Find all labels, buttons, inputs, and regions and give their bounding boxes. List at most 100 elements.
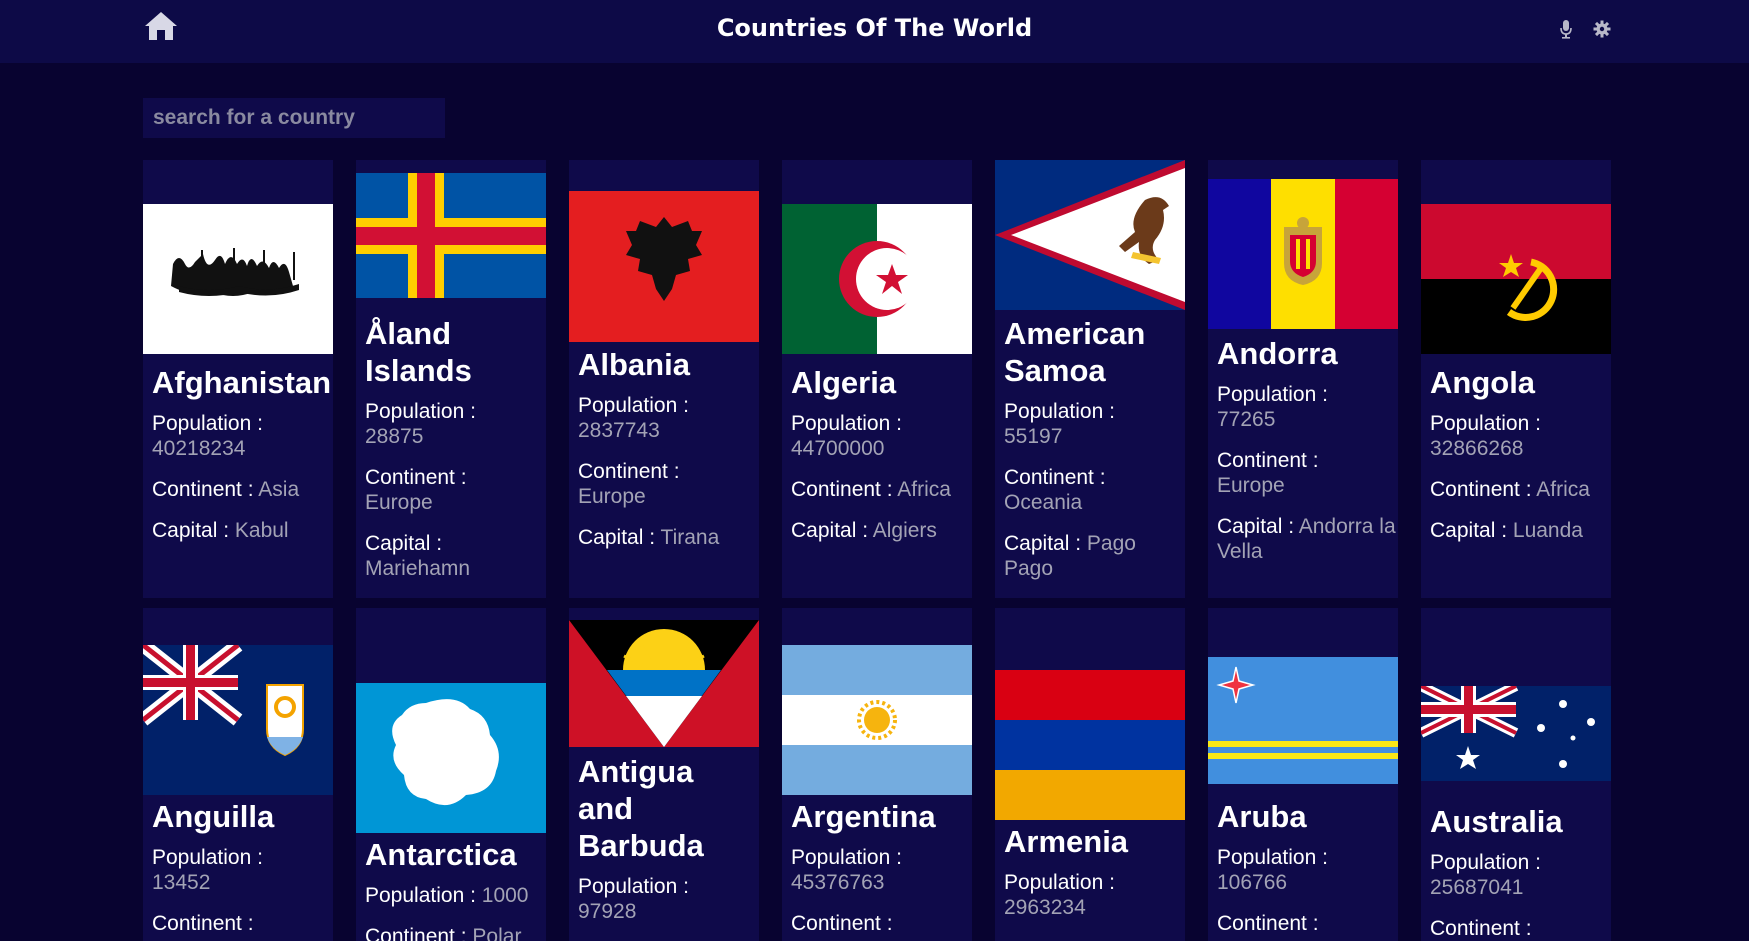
population-label: Population : (152, 412, 263, 435)
flag-image (782, 645, 972, 795)
population-label: Population : (152, 846, 263, 869)
continent-row: Continent : Africa (1430, 477, 1609, 502)
country-card[interactable]: Aruba Population :106766 Continent : (1208, 608, 1398, 941)
country-card[interactable]: American Samoa Population :55197 Contine… (995, 160, 1185, 598)
continent-row: Continent : Europe (578, 459, 757, 509)
country-name: Australia (1430, 804, 1563, 839)
continent-row: Continent : Africa (791, 477, 970, 502)
country-info: American Samoa Population :55197 Contine… (1004, 315, 1183, 597)
population-value: 44700000 (791, 437, 885, 460)
population-label: Population : (1004, 871, 1115, 894)
population-row: Population :28875 (365, 399, 544, 449)
country-card[interactable]: Anguilla Population :13452 Continent : (143, 608, 333, 941)
capital-value: Algiers (872, 519, 937, 542)
population-value: 45376763 (791, 871, 885, 894)
country-info: Algeria Population :44700000 Continent :… (791, 364, 970, 559)
population-row: Population : 1000 (365, 883, 544, 908)
capital-label: Capital : (152, 519, 230, 542)
population-label: Population : (791, 846, 902, 869)
population-value: 28875 (365, 425, 424, 448)
population-row: Population :2963234 (1004, 870, 1183, 920)
population-value: 13452 (152, 871, 211, 894)
population-value: 40218234 (152, 437, 246, 460)
flag-image (143, 204, 333, 354)
population-value: 55197 (1004, 425, 1063, 448)
population-label: Population : (1217, 846, 1328, 869)
population-value: 1000 (481, 884, 529, 907)
flag-image (143, 645, 333, 795)
country-info: Argentina Population :45376763 Continent… (791, 798, 970, 941)
population-label: Population : (1430, 412, 1541, 435)
country-card[interactable]: Armenia Population :2963234 (995, 608, 1185, 941)
flag-image (1208, 657, 1398, 784)
population-label: Population : (1217, 383, 1328, 406)
country-grid: Afghanistan Population :40218234 Contine… (0, 0, 1749, 941)
flag-image (1208, 179, 1398, 329)
continent-row: Continent : Europe (1217, 448, 1396, 498)
country-card[interactable]: Antarctica Population : 1000 Continent :… (356, 608, 546, 941)
continent-label: Continent : (152, 478, 254, 501)
country-name: American Samoa (1004, 316, 1146, 388)
continent-row: Continent : Europe (365, 465, 544, 515)
population-value: 77265 (1217, 408, 1276, 431)
continent-label: Continent : (365, 466, 467, 489)
flag-image (569, 620, 759, 747)
population-row: Population :2837743 (578, 393, 757, 443)
continent-value: Europe (365, 491, 433, 514)
continent-row: Continent : Polar (365, 924, 544, 941)
capital-label: Capital : (1217, 515, 1295, 538)
capital-value: Kabul (234, 519, 289, 542)
continent-value: Europe (1217, 474, 1285, 497)
country-info: Antarctica Population : 1000 Continent :… (365, 836, 544, 941)
population-value: 25687041 (1430, 876, 1524, 899)
capital-label: Capital : (1430, 519, 1508, 542)
continent-row: Continent : Oceania (1004, 465, 1183, 515)
capital-label: Capital : (578, 526, 656, 549)
country-card[interactable]: Algeria Population :44700000 Continent :… (782, 160, 972, 598)
country-card[interactable]: Australia Population :25687041 Continent… (1421, 608, 1611, 941)
country-card[interactable]: Albania Population :2837743 Continent :E… (569, 160, 759, 598)
capital-label: Capital : (365, 532, 443, 555)
continent-label: Continent : (578, 460, 680, 483)
country-card[interactable]: Antigua and Barbuda Population :97928 (569, 608, 759, 941)
continent-row: Continent : (1430, 916, 1609, 941)
continent-label: Continent : (1004, 466, 1106, 489)
population-value: 106766 (1217, 871, 1288, 894)
continent-value: Oceania (1004, 491, 1083, 514)
country-info: Albania Population :2837743 Continent :E… (578, 346, 757, 566)
country-name: Angola (1430, 365, 1536, 400)
capital-value: Tirana (660, 526, 720, 549)
country-card[interactable]: Åland Islands Population :28875 Continen… (356, 160, 546, 598)
population-label: Population : (1004, 400, 1115, 423)
country-card[interactable]: Argentina Population :45376763 Continent… (782, 608, 972, 941)
country-name: Antarctica (365, 837, 517, 872)
capital-label: Capital : (1004, 532, 1082, 555)
population-label: Population : (1430, 851, 1541, 874)
flag-image (1421, 204, 1611, 354)
country-card[interactable]: Afghanistan Population :40218234 Contine… (143, 160, 333, 598)
country-name: Antigua and Barbuda (578, 754, 704, 863)
country-info: Andorra Population :77265 Continent : Eur… (1217, 335, 1396, 580)
country-info: Aruba Population :106766 Continent : (1217, 798, 1396, 941)
population-row: Population :97928 (578, 874, 757, 924)
country-info: Australia Population :25687041 Continent… (1430, 803, 1609, 941)
capital-row: Capital : Mariehamn (365, 531, 544, 581)
continent-label: Continent : (1430, 917, 1532, 940)
continent-row: Continent : (791, 911, 970, 936)
flag-image (356, 173, 546, 298)
population-value: 97928 (578, 900, 637, 923)
continent-label: Continent : (791, 478, 893, 501)
population-row: Population :13452 (152, 845, 331, 895)
continent-label: Continent : (152, 912, 254, 935)
capital-label: Capital : (791, 519, 869, 542)
population-row: Population :77265 (1217, 382, 1396, 432)
population-row: Population :40218234 (152, 411, 331, 461)
country-card[interactable]: Angola Population :32866268 Continent : … (1421, 160, 1611, 598)
continent-row: Continent : (1217, 911, 1396, 936)
population-label: Population : (578, 875, 689, 898)
population-label: Population : (365, 400, 476, 423)
country-card[interactable]: Andorra Population :77265 Continent : Eur… (1208, 160, 1398, 598)
population-row: Population :32866268 (1430, 411, 1609, 461)
continent-value: Asia (258, 478, 300, 501)
flag-image (995, 670, 1185, 820)
